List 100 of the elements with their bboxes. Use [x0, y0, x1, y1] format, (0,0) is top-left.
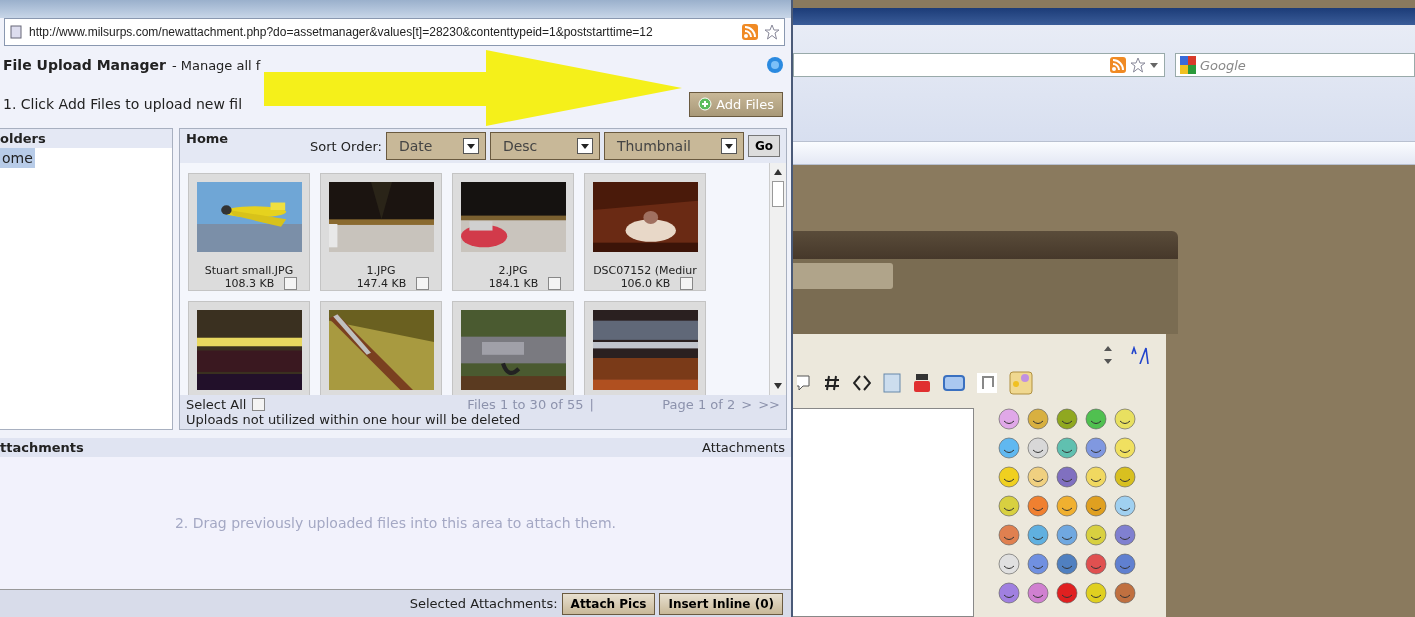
speech-bubble-icon[interactable] — [797, 374, 811, 392]
go-button[interactable]: Go — [747, 135, 780, 157]
file-thumbnail[interactable] — [320, 301, 442, 395]
smiley-icon[interactable] — [1085, 524, 1107, 546]
search-field[interactable]: Google — [1175, 53, 1415, 77]
smiley-icon[interactable] — [1114, 437, 1136, 459]
smiley-icon[interactable] — [1027, 582, 1049, 604]
search-engine-icon[interactable] — [1180, 56, 1196, 74]
scroll-up-icon[interactable] — [774, 169, 782, 175]
video-icon[interactable] — [913, 373, 931, 393]
smiley-icon[interactable] — [998, 553, 1020, 575]
smiley-icon[interactable] — [998, 466, 1020, 488]
file-thumbnail[interactable] — [188, 301, 310, 395]
file-size: 184.1 KB — [488, 277, 539, 290]
smiley-icon[interactable] — [1027, 524, 1049, 546]
star-icon[interactable] — [1130, 57, 1146, 73]
smiley-icon[interactable] — [998, 524, 1020, 546]
smiley-icon[interactable] — [1056, 408, 1078, 430]
file-thumbnail[interactable]: 2.JPG 184.1 KB — [452, 173, 574, 291]
smiley-icon[interactable] — [1056, 582, 1078, 604]
dropdown-icon[interactable] — [720, 138, 737, 154]
smiley-icon[interactable] — [1027, 466, 1049, 488]
file-size: 106.0 KB — [620, 277, 671, 290]
smiley-icon[interactable] — [1114, 582, 1136, 604]
smiley-icon[interactable] — [1114, 553, 1136, 575]
file-size: 108.3 KB — [224, 277, 275, 290]
plus-icon — [698, 97, 713, 111]
folder-item[interactable]: ome — [0, 148, 35, 168]
manager-subtitle: - Manage all f — [171, 57, 261, 73]
rss-icon[interactable] — [1110, 57, 1126, 73]
smiley-icon[interactable] — [1085, 582, 1107, 604]
sort-select[interactable]: Date — [385, 132, 486, 160]
page-indicator: Page 1 of 2 — [662, 397, 736, 412]
smiley-icon[interactable] — [1114, 408, 1136, 430]
file-thumbnail[interactable] — [584, 301, 706, 395]
attachment-button[interactable]: Attach Pics — [561, 592, 656, 615]
smiley-icon[interactable] — [1056, 524, 1078, 546]
file-thumbnail[interactable] — [452, 301, 574, 395]
resize-icon[interactable] — [1104, 346, 1112, 364]
smiley-icon[interactable] — [1056, 437, 1078, 459]
page-icon — [9, 25, 23, 39]
smiley-icon[interactable] — [1056, 553, 1078, 575]
checkbox[interactable] — [680, 277, 694, 290]
rss-icon[interactable] — [742, 24, 758, 40]
address-bar[interactable] — [793, 53, 1165, 77]
selected-attachments-label: Selected Attachments: — [409, 596, 558, 611]
smiley-icon[interactable] — [1114, 495, 1136, 517]
smiley-icon[interactable] — [1027, 437, 1049, 459]
select-all-label: Select All — [186, 397, 247, 412]
smiley-icon[interactable] — [1027, 495, 1049, 517]
star-icon[interactable] — [764, 24, 780, 40]
smiley-icon[interactable] — [998, 495, 1020, 517]
checkbox[interactable] — [284, 277, 298, 290]
smiley-icon[interactable] — [998, 437, 1020, 459]
attachments-label: Attachments — [702, 440, 785, 455]
file-name: DSC07152 (Mediur — [593, 264, 697, 277]
folder-title: Home — [186, 131, 229, 146]
dropdown-icon[interactable] — [576, 138, 593, 154]
sort-label: Sort Order: — [310, 138, 382, 154]
music-icon[interactable] — [977, 373, 997, 393]
address-bar[interactable]: http://www.milsurps.com/newattachment.php?do=assetmanager&values[t]=28230&contenttypeid=1&poststarttime=12 — [4, 18, 785, 46]
photo-icon[interactable] — [943, 374, 965, 392]
font-size-icon[interactable] — [1130, 346, 1150, 364]
file-thumbnail[interactable]: DSC07152 (Mediur 106.0 KB — [584, 173, 706, 291]
smiley-icon[interactable] — [998, 408, 1020, 430]
smiley-icon[interactable] — [1114, 466, 1136, 488]
smiley-icon[interactable] — [1056, 466, 1078, 488]
smiley-icon[interactable] — [1085, 437, 1107, 459]
search-placeholder: Google — [1200, 57, 1246, 73]
smiley-icon[interactable] — [998, 582, 1020, 604]
sort-select[interactable]: Desc — [489, 132, 600, 160]
file-name: 1.JPG — [366, 264, 396, 277]
smiley-icon[interactable] — [1085, 553, 1107, 575]
file-thumbnail[interactable]: Stuart small.JPG 108.3 KB — [188, 173, 310, 291]
attachment-button[interactable]: Insert Inline (0) — [659, 592, 783, 615]
checkbox[interactable] — [252, 398, 266, 411]
checkbox[interactable] — [548, 277, 562, 290]
smiley-icon[interactable] — [1056, 495, 1078, 517]
manager-title: File Upload Manager — [3, 57, 166, 73]
file-name: 2.JPG — [498, 264, 528, 277]
help-icon[interactable] — [767, 57, 783, 73]
hash-icon[interactable] — [823, 374, 841, 392]
smiley-icon[interactable] — [1027, 408, 1049, 430]
notice-text: Uploads not utilized within one hour will be deleted — [186, 412, 522, 427]
sort-select[interactable]: Thumbnail — [603, 132, 744, 160]
scrollbar-thumb[interactable] — [772, 181, 784, 207]
smiley-icon[interactable] — [1027, 553, 1049, 575]
code-icon[interactable] — [853, 374, 871, 392]
smiley-icon[interactable] — [1085, 495, 1107, 517]
dropdown-icon[interactable] — [462, 138, 479, 154]
file-thumbnail[interactable]: 1.JPG 147.4 KB — [320, 173, 442, 291]
smiley-icon[interactable] — [1085, 408, 1107, 430]
smiley-picker-icon[interactable] — [1009, 371, 1033, 395]
smiley-icon[interactable] — [1114, 524, 1136, 546]
scroll-down-icon[interactable] — [774, 383, 782, 389]
files-count: Files 1 to 30 of 55 — [467, 397, 584, 412]
instruction-text: 1. Click Add Files to upload new fil — [3, 96, 243, 112]
input-field[interactable] — [793, 263, 893, 289]
smiley-icon[interactable] — [1085, 466, 1107, 488]
checkbox[interactable] — [416, 277, 430, 290]
